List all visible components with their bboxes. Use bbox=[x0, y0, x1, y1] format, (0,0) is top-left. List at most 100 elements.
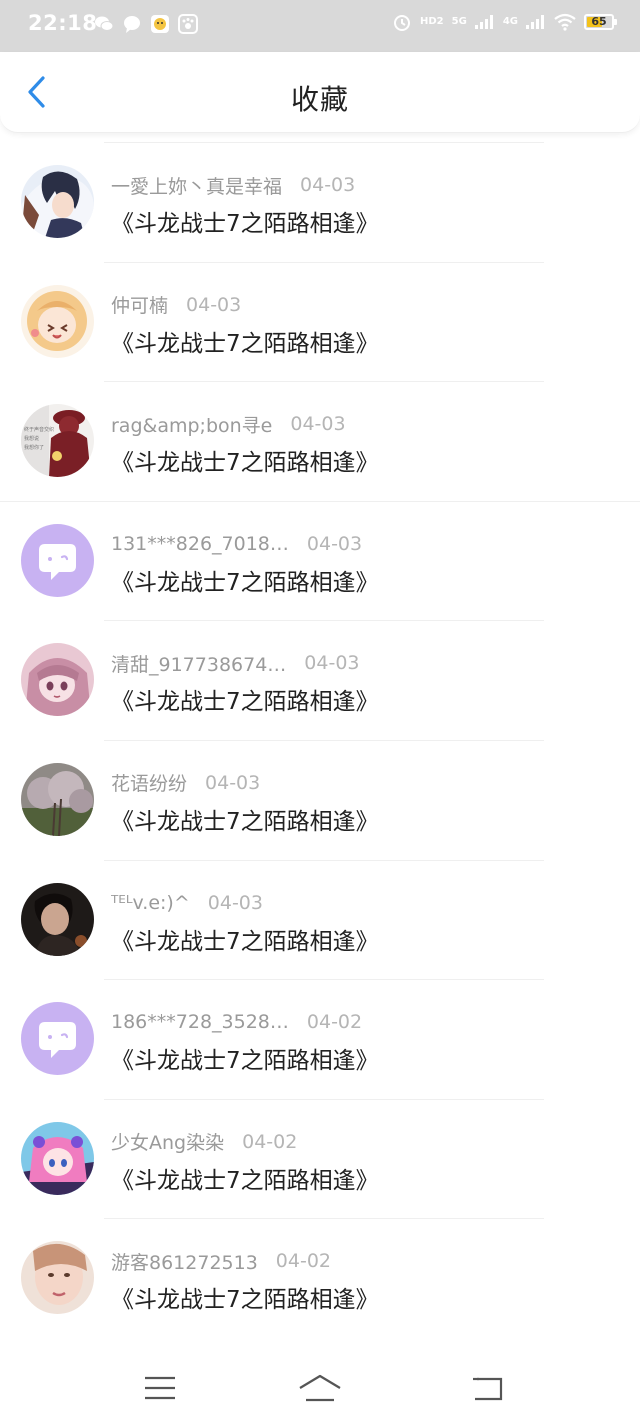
row-divider bbox=[104, 142, 544, 143]
notification-icons bbox=[94, 14, 198, 34]
user-name: 清甜_917738674… bbox=[111, 653, 287, 676]
row-divider bbox=[104, 381, 544, 383]
row-divider bbox=[104, 979, 544, 981]
item-meta: 少女Ang染染 04-02 bbox=[111, 1129, 297, 1155]
favorite-date: 04-03 bbox=[306, 532, 363, 555]
wifi-icon bbox=[554, 13, 576, 31]
menu-button[interactable] bbox=[135, 1368, 185, 1408]
favorite-title[interactable]: 《斗龙战士7之陌路相逢》 bbox=[111, 563, 379, 597]
favorite-item[interactable]: 仲可楠 04-03 《斗龙战士7之陌路相逢》 bbox=[0, 261, 640, 382]
favorite-item[interactable]: 131***826_7018… 04-03 《斗龙战士7之陌路相逢》 bbox=[0, 500, 640, 621]
favorite-item[interactable]: ᵀᴱᴸv.e:)^ 04-03 《斗龙战士7之陌路相逢》 bbox=[0, 859, 640, 980]
wechat-icon bbox=[95, 16, 114, 31]
favorite-item[interactable]: 一愛上妳丶真是幸福 04-03 《斗龙战士7之陌路相逢》 bbox=[0, 142, 640, 262]
page-title: 收藏 bbox=[290, 83, 349, 116]
row-divider bbox=[104, 739, 544, 741]
favorite-date: 04-02 bbox=[306, 1011, 363, 1034]
status-time: 22:18 bbox=[28, 11, 98, 35]
favorite-date: 04-03 bbox=[205, 771, 261, 794]
row-divider bbox=[104, 859, 544, 861]
svg-text:我想说: 我想说 bbox=[24, 435, 39, 442]
user-name: 少女Ang染染 bbox=[111, 1132, 225, 1155]
favorite-item[interactable]: 186***728_3528… 04-02 《斗龙战士7之陌路相逢》 bbox=[0, 979, 640, 1099]
item-meta: ᵀᴱᴸv.e:)^ 04-03 bbox=[111, 890, 263, 916]
user-avatar[interactable] bbox=[21, 762, 94, 836]
battery-level: 65 bbox=[591, 15, 607, 28]
user-avatar[interactable] bbox=[21, 284, 94, 358]
home-icon bbox=[299, 1374, 341, 1402]
signal-5g-icon bbox=[474, 15, 493, 29]
item-meta: 仲可楠 04-03 bbox=[111, 292, 241, 318]
item-meta: 186***728_3528… 04-02 bbox=[111, 1009, 362, 1035]
paw-app-icon bbox=[178, 14, 198, 34]
message-icon bbox=[124, 16, 140, 33]
svg-text:终于声音交织: 终于声音交织 bbox=[24, 426, 54, 433]
row-divider bbox=[104, 1218, 544, 1220]
battery-icon: 65 bbox=[584, 14, 617, 30]
user-name: 186***728_3528… bbox=[111, 1011, 289, 1034]
app-badge-icon bbox=[151, 15, 169, 33]
favorite-date: 04-02 bbox=[275, 1250, 332, 1273]
user-avatar[interactable] bbox=[21, 523, 94, 597]
user-avatar[interactable] bbox=[21, 1241, 94, 1315]
favorite-date: 04-03 bbox=[186, 293, 242, 316]
item-meta: 游客861272513 04-02 bbox=[111, 1248, 331, 1274]
favorite-title[interactable]: 《斗龙战士7之陌路相逢》 bbox=[111, 682, 379, 716]
user-avatar[interactable] bbox=[21, 165, 94, 238]
user-avatar[interactable] bbox=[21, 882, 94, 956]
alarm-icon bbox=[394, 15, 411, 31]
user-avatar[interactable] bbox=[21, 1121, 94, 1195]
return-icon bbox=[473, 1377, 503, 1401]
user-name: rag&amp;bon寻e bbox=[111, 414, 273, 437]
favorite-item[interactable]: 少女Ang染染 04-02 《斗龙战士7之陌路相逢》 bbox=[0, 1098, 640, 1219]
row-divider bbox=[0, 500, 640, 502]
favorite-date: 04-03 bbox=[304, 652, 360, 675]
svg-text:我想你了: 我想你了 bbox=[24, 444, 44, 451]
favorite-title[interactable]: 《斗龙战士7之陌路相逢》 bbox=[111, 204, 379, 238]
user-name: 一愛上妳丶真是幸福 bbox=[111, 175, 283, 198]
row-divider bbox=[104, 261, 544, 263]
favorite-item[interactable]: 清甜_917738674… 04-03 《斗龙战士7之陌路相逢》 bbox=[0, 620, 640, 740]
header-bar: 收藏 bbox=[0, 52, 640, 133]
signal-4g-icon bbox=[526, 15, 544, 29]
user-name: 131***826_7018… bbox=[111, 532, 289, 555]
user-name: 游客861272513 bbox=[111, 1251, 258, 1274]
return-button[interactable] bbox=[463, 1368, 513, 1408]
row-divider bbox=[104, 620, 544, 622]
favorite-title[interactable]: 《斗龙战士7之陌路相逢》 bbox=[111, 922, 379, 956]
menu-icon bbox=[145, 1376, 175, 1400]
user-name: 花语纷纷 bbox=[111, 773, 188, 796]
favorite-title[interactable]: 《斗龙战士7之陌路相逢》 bbox=[111, 1280, 379, 1314]
status-right: HD2 5G 4G 65 bbox=[392, 12, 617, 32]
favorite-title[interactable]: 《斗龙战士7之陌路相逢》 bbox=[111, 324, 379, 358]
user-avatar[interactable] bbox=[21, 643, 94, 717]
favorite-title[interactable]: 《斗龙战士7之陌路相逢》 bbox=[111, 1041, 379, 1075]
favorite-date: 04-03 bbox=[290, 413, 346, 436]
home-button[interactable] bbox=[295, 1368, 345, 1408]
system-nav-bar bbox=[0, 1342, 640, 1427]
item-meta: rag&amp;bon寻e 04-03 bbox=[111, 411, 346, 437]
user-avatar[interactable]: 终于声音交织 我想说 我想你了 bbox=[21, 404, 94, 478]
4g-tag: 4G bbox=[502, 16, 518, 27]
favorite-title[interactable]: 《斗龙战士7之陌路相逢》 bbox=[111, 802, 379, 836]
favorite-date: 04-02 bbox=[242, 1130, 298, 1153]
item-meta: 清甜_917738674… 04-03 bbox=[111, 650, 360, 676]
row-divider bbox=[104, 1098, 544, 1100]
favorite-date: 04-03 bbox=[300, 174, 356, 196]
item-meta: 花语纷纷 04-03 bbox=[111, 770, 260, 796]
favorite-title[interactable]: 《斗龙战士7之陌路相逢》 bbox=[111, 1161, 379, 1195]
favorites-list: 一愛上妳丶真是幸福 04-03 《斗龙战士7之陌路相逢》 仲可楠 04-03 《斗龙战士… bbox=[0, 142, 640, 1338]
favorite-item[interactable]: 游客861272513 04-02 《斗龙战士7之陌路相逢》 bbox=[0, 1218, 640, 1338]
favorite-date: 04-03 bbox=[207, 891, 263, 914]
item-meta: 131***826_7018… 04-03 bbox=[111, 531, 362, 557]
5g-tag: 5G bbox=[451, 16, 467, 27]
status-bar: 22:18 HD2 5G 4G 65 bbox=[0, 0, 640, 52]
user-name: 仲可楠 bbox=[111, 295, 169, 318]
item-meta: 一愛上妳丶真是幸福 04-03 bbox=[111, 172, 355, 198]
hd-tag: HD2 bbox=[420, 16, 444, 27]
user-name: ᵀᴱᴸv.e:)^ bbox=[111, 891, 190, 914]
favorite-item[interactable]: 终于声音交织 我想说 我想你了 rag&amp;bon寻e 04-03 《斗龙战士7… bbox=[0, 381, 640, 501]
user-avatar[interactable] bbox=[21, 1002, 94, 1076]
favorite-item[interactable]: 花语纷纷 04-03 《斗龙战士7之陌路相逢》 bbox=[0, 739, 640, 860]
favorite-title[interactable]: 《斗龙战士7之陌路相逢》 bbox=[111, 443, 379, 477]
